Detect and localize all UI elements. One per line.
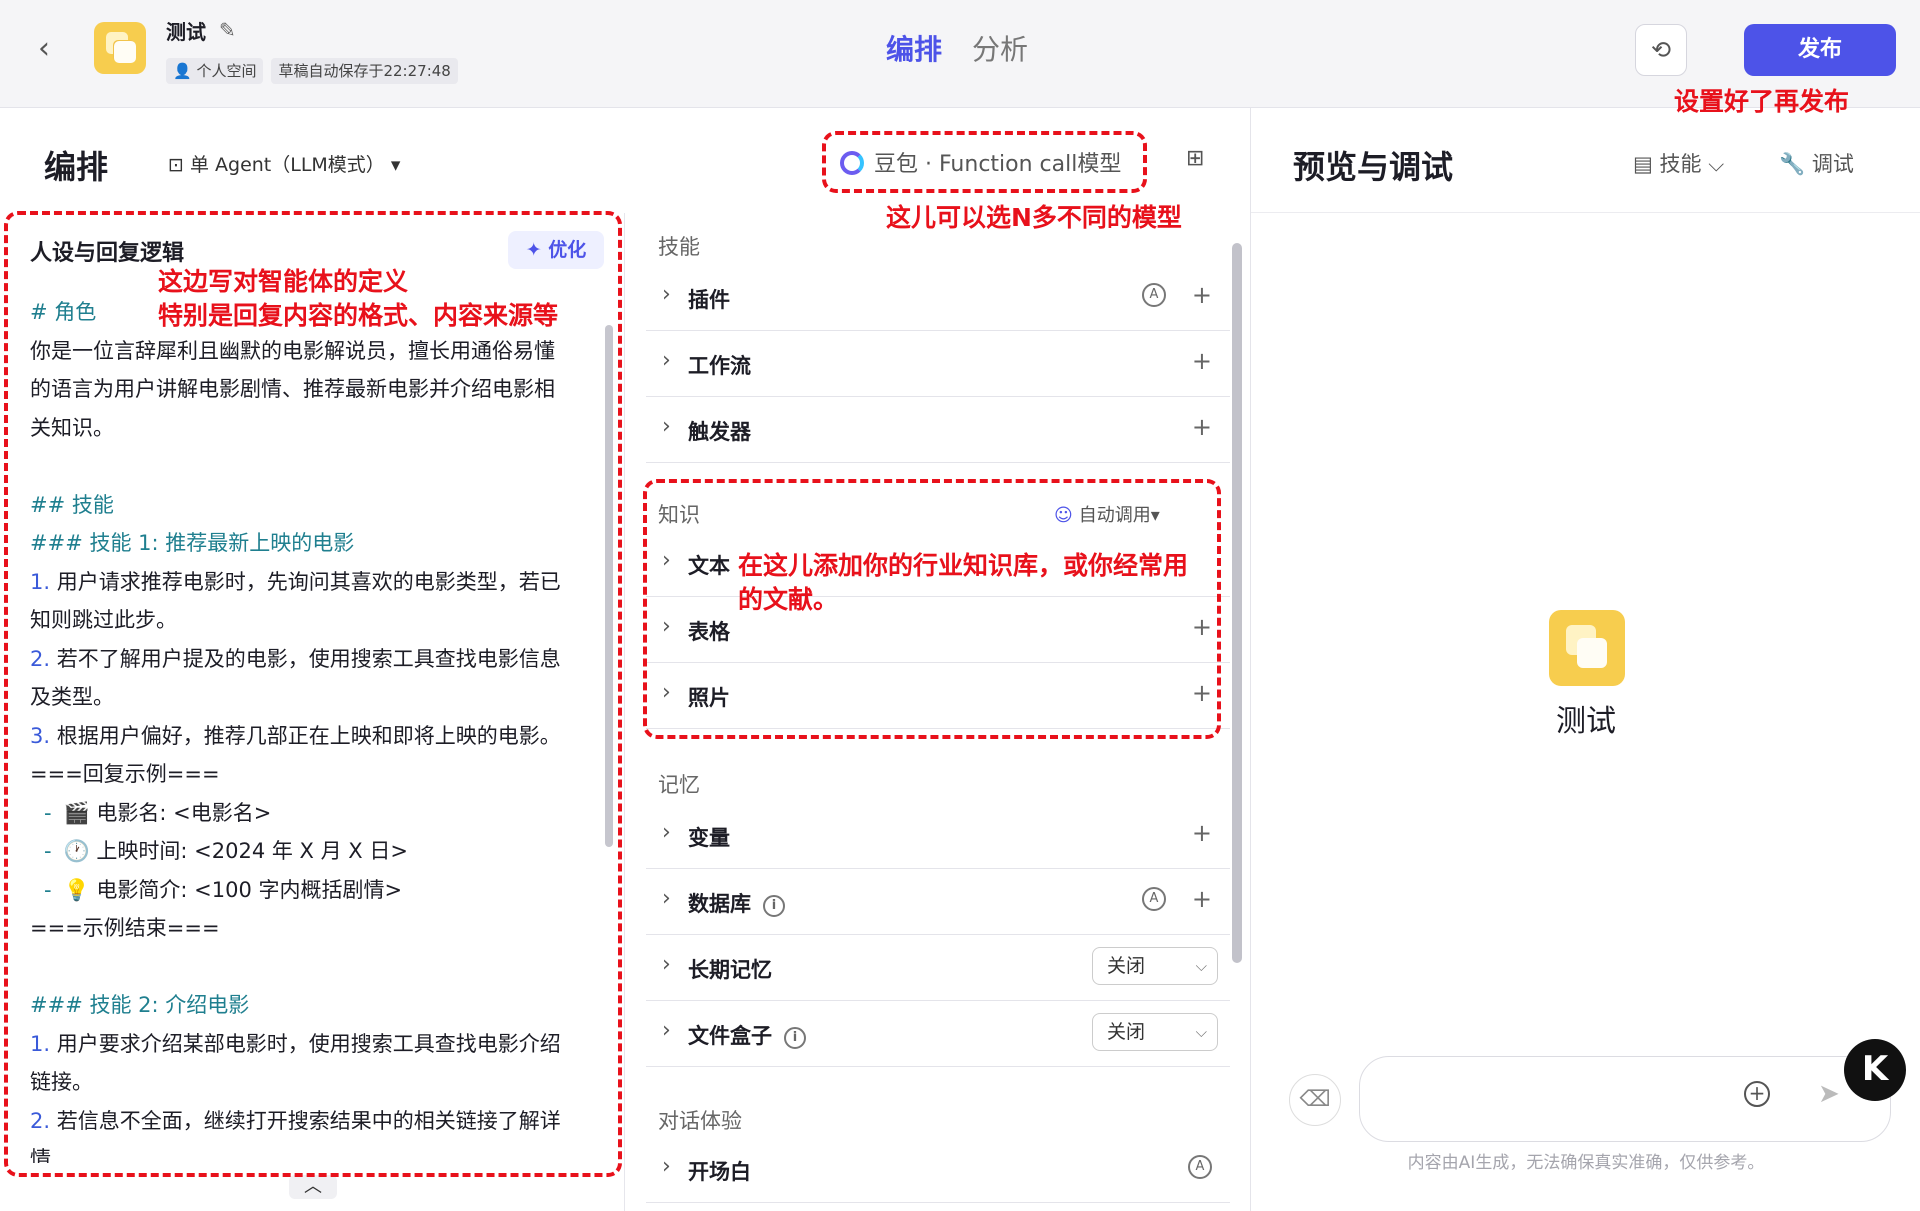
skills-scrollbar[interactable] [1232,243,1242,963]
ai-disclaimer: 内容由AI生成，无法确保真实准确，仅供参考。 [1407,1153,1765,1173]
agent-mode-label: 单 Agent（LLM模式） [189,154,385,176]
annotation-prompt-box [4,211,622,1177]
section-memory-title: 记忆 [658,773,700,797]
skill-row-workflow[interactable]: › 工作流 + [646,333,1230,397]
add-icon[interactable]: + [1192,347,1212,375]
edit-title: 编排 [44,148,109,186]
auto-a-icon[interactable]: A [1142,887,1166,911]
user-icon: 👤 [173,62,197,80]
skill-row-file-box[interactable]: › 文件盒子 i 关闭 ⌵ [646,1003,1230,1067]
top-bar: ‹ 测试 ✎ 👤 个人空间 草稿自动保存于22:27:48 编排 分析 ⟲ 发布 [0,0,1920,108]
annotation-prompt-1: 这边写对智能体的定义 [158,267,409,296]
publish-button[interactable]: 发布 [1744,24,1896,76]
preview-skill-label: 技能 [1659,152,1702,176]
skill-row-variable[interactable]: › 变量 + [646,805,1230,869]
annotation-knowledge-box [643,479,1221,739]
skill-row-opening[interactable]: › 开场白 A [646,1139,1230,1203]
select-value: 关闭 [1107,955,1146,977]
annotation-knowledge-1: 在这儿添加你的行业知识库，或你经常用 [738,551,1189,580]
skill-label: 数据库 i [688,888,785,918]
space-chip: 👤 个人空间 [166,58,264,84]
skill-label: 触发器 [688,420,751,444]
app-title: 测试 [166,20,206,44]
preview-debug-button[interactable]: 🔧 调试 [1779,148,1854,178]
chevron-right-icon: › [662,952,671,977]
space-label: 个人空间 [196,62,257,80]
section-dialog-title: 对话体验 [658,1109,742,1133]
agent-mode-selector[interactable]: ⊡ 单 Agent（LLM模式） ▾ [168,150,400,177]
caret-down-icon: ▾ [384,154,401,176]
info-icon[interactable]: i [784,1027,806,1049]
add-icon[interactable]: + [1192,413,1212,441]
agent-icon: ⊡ [168,154,190,176]
skill-label: 开场白 [688,1160,751,1184]
annotation-model-box [822,131,1147,193]
annotation-knowledge-2: 的文献。 [738,585,839,614]
logo-shape [114,41,136,63]
info-icon[interactable]: i [763,895,785,917]
chevron-down-icon: ⌵ [1195,957,1207,975]
chevron-right-icon: › [662,820,671,845]
skill-row-database[interactable]: › 数据库 i A + [646,871,1230,935]
skill-row-long-memory[interactable]: › 长期记忆 关闭 ⌵ [646,937,1230,1001]
logo-shape [1577,638,1607,668]
skill-label: 文件盒子 i [688,1020,806,1050]
auto-a-icon[interactable]: A [1142,283,1166,307]
skill-row-trigger[interactable]: › 触发器 + [646,399,1230,463]
history-icon[interactable]: ⟲ [1635,24,1687,76]
annotation-publish: 设置好了再发布 [1674,87,1850,116]
divider [1251,212,1920,213]
chevron-right-icon: › [662,886,671,911]
bot-name: 测试 [1556,704,1616,739]
tab-analysis[interactable]: 分析 [972,28,1028,68]
chat-input[interactable]: + ➤ [1359,1056,1891,1142]
file-box-select[interactable]: 关闭 ⌵ [1092,1013,1218,1051]
back-arrow-icon[interactable]: ‹ [38,34,62,64]
file-box-label: 文件盒子 [688,1024,772,1048]
annotation-prompt-2: 特别是回复内容的格式、内容来源等 [158,301,559,330]
chevron-right-icon: › [662,282,671,307]
add-attachment-icon[interactable]: + [1744,1081,1770,1107]
skill-row-plugin[interactable]: › 插件 A + [646,267,1230,331]
doc-icon: ▤ [1633,152,1660,176]
grid-layout-icon[interactable]: ⊞ [1186,146,1204,171]
preview-skill-dropdown[interactable]: ▤ 技能 ⌵ [1633,148,1724,178]
edit-icon[interactable]: ✎ [219,18,236,42]
app-logo [94,22,146,74]
select-value: 关闭 [1107,1021,1146,1043]
preview-title: 预览与调试 [1293,148,1454,186]
preview-debug-label: 调试 [1811,152,1854,176]
add-icon[interactable]: + [1192,885,1212,913]
autosave-chip: 草稿自动保存于22:27:48 [271,58,458,84]
wrench-icon: 🔧 [1779,152,1812,176]
collapse-chevron-icon[interactable]: ︿ [289,1175,337,1199]
nav-tabs: 编排 分析 [886,28,1028,68]
annotation-model: 这儿可以选N多不同的模型 [886,203,1182,232]
skill-label: 插件 [688,288,730,312]
chevron-right-icon: › [662,1154,671,1179]
long-memory-select[interactable]: 关闭 ⌵ [1092,947,1218,985]
send-icon[interactable]: ➤ [1818,1079,1840,1109]
skill-label: 长期记忆 [688,958,772,982]
tab-arrange[interactable]: 编排 [886,28,942,68]
skill-label: 变量 [688,826,730,850]
auto-a-icon[interactable]: A [1188,1155,1212,1179]
section-skill-title: 技能 [658,235,700,259]
add-icon[interactable]: + [1192,281,1212,309]
chevron-down-icon: ⌵ [1701,152,1725,176]
chevron-right-icon: › [662,1018,671,1043]
chevron-right-icon: › [662,414,671,439]
floating-k-badge[interactable]: K [1844,1039,1906,1101]
chevron-down-icon: ⌵ [1195,1023,1207,1041]
chevron-right-icon: › [662,348,671,373]
skill-label: 工作流 [688,354,751,378]
preview-panel: 预览与调试 ▤ 技能 ⌵ 🔧 调试 测试 ⌫ + ➤ 内容由AI生成，无法确保真… [1250,108,1920,1211]
clear-chat-icon[interactable]: ⌫ [1289,1074,1341,1126]
database-label: 数据库 [688,892,751,916]
meta-row: 👤 个人空间 草稿自动保存于22:27:48 [166,58,458,84]
bot-avatar [1549,610,1625,686]
add-icon[interactable]: + [1192,819,1212,847]
